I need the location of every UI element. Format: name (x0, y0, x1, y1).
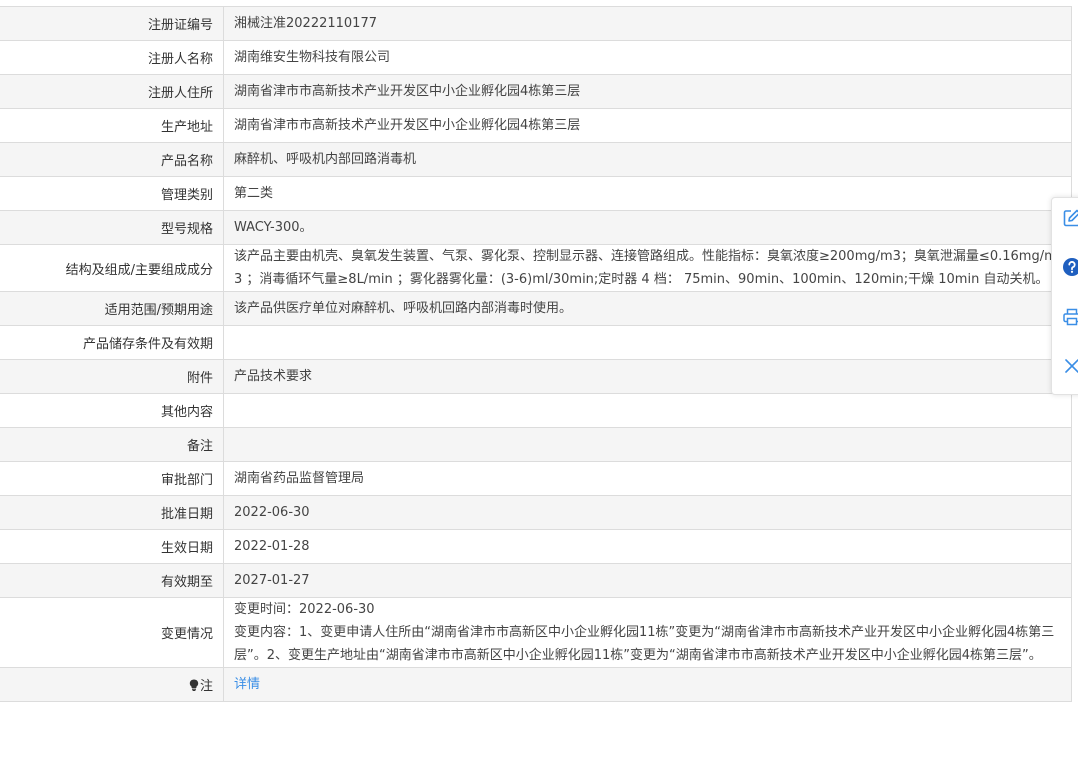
row-label: 注册人名称 (0, 40, 224, 75)
close-button[interactable] (1058, 354, 1078, 382)
lightbulb-icon (189, 679, 199, 693)
row-value: 湖南维安生物科技有限公司 (223, 40, 1072, 75)
change-value: 变更时间：2022-06-30 变更内容：1、变更申请人住所由“湖南省津市市高新… (223, 597, 1072, 668)
table-row: 产品名称 麻醉机、呼吸机内部回路消毒机 (0, 142, 1072, 177)
detail-link[interactable]: 详情 (234, 677, 260, 692)
row-value: 湖南省津市市高新技术产业开发区中小企业孵化园4栋第三层 (223, 74, 1072, 109)
row-value: 该产品供医疗单位对麻醉机、呼吸机回路内部消毒时使用。 (223, 291, 1072, 326)
table-row: 变更情况 变更时间：2022-06-30 变更内容：1、变更申请人住所由“湖南省… (0, 597, 1072, 668)
row-label: 批准日期 (0, 495, 224, 530)
table-row: 审批部门 湖南省药品监督管理局 (0, 461, 1072, 496)
table-row: 生效日期 2022-01-28 (0, 529, 1072, 564)
table-row: 附件 产品技术要求 (0, 359, 1072, 394)
table-row: 结构及组成/主要组成成分 该产品主要由机壳、臭氧发生装置、气泵、雾化泵、控制显示… (0, 244, 1072, 292)
row-label: 管理类别 (0, 176, 224, 211)
table-row: 批准日期 2022-06-30 (0, 495, 1072, 530)
print-button[interactable] (1058, 305, 1078, 333)
change-block: 变更时间：2022-06-30 变更内容：1、变更申请人住所由“湖南省津市市高新… (234, 599, 1060, 667)
row-value (223, 325, 1072, 360)
edit-icon (1062, 208, 1078, 232)
table-row: 适用范围/预期用途 该产品供医疗单位对麻醉机、呼吸机回路内部消毒时使用。 (0, 291, 1072, 326)
table-row: 其他内容 (0, 393, 1072, 428)
change-label: 变更情况 (0, 597, 224, 668)
row-value: 2022-01-28 (223, 529, 1072, 564)
row-label: 结构及组成/主要组成成分 (0, 244, 224, 292)
change-content: 变更内容：1、变更申请人住所由“湖南省津市市高新区中小企业孵化园11栋”变更为“… (234, 625, 1055, 663)
note-label-cell: 注 (0, 667, 224, 702)
row-label: 产品储存条件及有效期 (0, 325, 224, 360)
table-row: 管理类别 第二类 (0, 176, 1072, 211)
row-label: 适用范围/预期用途 (0, 291, 224, 326)
floating-toolbar (1051, 197, 1078, 395)
edit-button[interactable] (1058, 206, 1078, 234)
note-label: 注 (199, 679, 213, 694)
row-label: 生效日期 (0, 529, 224, 564)
help-button[interactable] (1058, 255, 1078, 283)
row-label: 有效期至 (0, 563, 224, 598)
table-row: 有效期至 2027-01-27 (0, 563, 1072, 598)
note-value: 详情 (223, 667, 1072, 702)
row-value: 2022-06-30 (223, 495, 1072, 530)
registration-detail-page: 注册证编号 湘械注准20222110177 注册人名称 湖南维安生物科技有限公司… (0, 0, 1078, 771)
row-value: 湘械注准20222110177 (223, 6, 1072, 41)
row-label: 生产地址 (0, 108, 224, 143)
print-icon (1062, 307, 1078, 331)
row-value (223, 427, 1072, 462)
row-value: 产品技术要求 (223, 359, 1072, 394)
row-value: 湖南省药品监督管理局 (223, 461, 1072, 496)
change-time: 变更时间：2022-06-30 (234, 602, 375, 617)
registration-detail-table: 注册证编号 湘械注准20222110177 注册人名称 湖南维安生物科技有限公司… (0, 6, 1072, 702)
table-row: 注册人住所 湖南省津市市高新技术产业开发区中小企业孵化园4栋第三层 (0, 74, 1072, 109)
composition-text: 该产品主要由机壳、臭氧发生装置、气泵、雾化泵、控制显示器、连接管路组成。性能指标… (234, 249, 1057, 287)
table-row: 备注 (0, 427, 1072, 462)
row-value: 麻醉机、呼吸机内部回路消毒机 (223, 142, 1072, 177)
row-label: 产品名称 (0, 142, 224, 177)
row-value: 该产品主要由机壳、臭氧发生装置、气泵、雾化泵、控制显示器、连接管路组成。性能指标… (223, 244, 1072, 292)
table-row: 注册人名称 湖南维安生物科技有限公司 (0, 40, 1072, 75)
row-value: 湖南省津市市高新技术产业开发区中小企业孵化园4栋第三层 (223, 108, 1072, 143)
row-label: 备注 (0, 427, 224, 462)
table-row: 型号规格 WACY-300。 (0, 210, 1072, 245)
table-row: 注 详情 (0, 667, 1072, 702)
table-row: 注册证编号 湘械注准20222110177 (0, 6, 1072, 41)
close-icon (1063, 357, 1078, 379)
table-row: 生产地址 湖南省津市市高新技术产业开发区中小企业孵化园4栋第三层 (0, 108, 1072, 143)
row-value: WACY-300。 (223, 210, 1072, 245)
row-label: 型号规格 (0, 210, 224, 245)
row-label: 注册证编号 (0, 6, 224, 41)
row-value: 2027-01-27 (223, 563, 1072, 598)
row-label: 注册人住所 (0, 74, 224, 109)
row-label: 审批部门 (0, 461, 224, 496)
row-label: 附件 (0, 359, 224, 394)
table-row: 产品储存条件及有效期 (0, 325, 1072, 360)
row-label: 其他内容 (0, 393, 224, 428)
help-icon (1062, 257, 1078, 281)
row-value (223, 393, 1072, 428)
row-value: 第二类 (223, 176, 1072, 211)
